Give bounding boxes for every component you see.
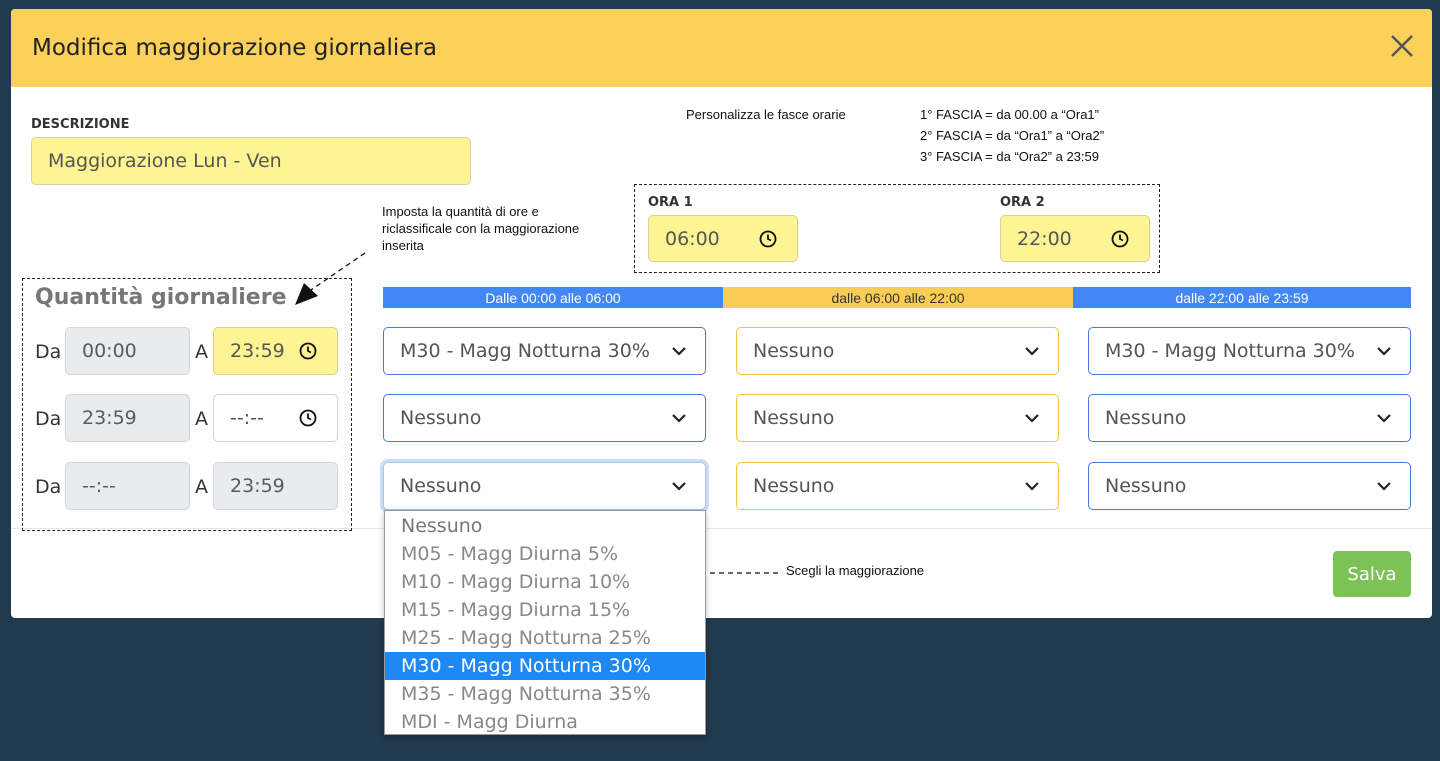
select-value: M30 - Magg Notturna 30% [1105,340,1355,362]
select-value: Nessuno [1105,475,1187,497]
da-input[interactable]: 23:59 [65,394,190,442]
a-label: A [195,408,208,430]
clock-icon[interactable] [1111,230,1129,248]
chevron-down-icon [1377,414,1391,423]
a-value: --:-- [230,407,264,429]
dropdown-option[interactable]: Nessuno [385,512,705,540]
maggiorazione-select[interactable]: Nessuno [1088,462,1411,510]
descrizione-label: DESCRIZIONE [31,117,130,132]
da-input[interactable]: 00:00 [65,327,190,375]
maggiorazione-select-open[interactable]: Nessuno [383,462,706,510]
select-value: Nessuno [400,475,482,497]
maggiorazione-select[interactable]: M30 - Magg Notturna 30% [1088,327,1411,375]
fasce-note: Personalizza le fasce orarie [686,107,846,122]
chevron-down-icon [1025,347,1039,356]
chevron-down-icon [672,482,686,491]
dropdown-option-selected[interactable]: M30 - Magg Notturna 30% [385,652,705,680]
quantita-note-line: Imposta la quantità di ore e [382,204,539,219]
chevron-down-icon [1025,414,1039,423]
a-input[interactable]: --:-- [213,394,338,442]
select-value: Nessuno [753,475,835,497]
maggiorazione-select[interactable]: M30 - Magg Notturna 30% [383,327,706,375]
ora1-label: ORA 1 [648,195,693,210]
descrizione-input[interactable]: Maggiorazione Lun - Ven [31,137,471,185]
clock-icon[interactable] [299,342,317,360]
modal-title: Modifica maggiorazione giornaliera [32,35,437,61]
band-fascia-2: dalle 06:00 alle 22:00 [723,287,1073,308]
chevron-down-icon [672,414,686,423]
quantita-note: Imposta la quantità di ore e riclassific… [382,203,579,254]
select-value: Nessuno [753,407,835,429]
chevron-down-icon [1025,482,1039,491]
close-icon[interactable] [1387,31,1417,61]
maggiorazione-select[interactable]: Nessuno [1088,394,1411,442]
dropdown-option[interactable]: MDI - Magg Diurna [385,708,705,736]
save-button[interactable]: Salva [1333,551,1411,597]
maggiorazione-select[interactable]: Nessuno [383,394,706,442]
da-label: Da [35,341,62,363]
a-value: 23:59 [230,340,285,362]
chevron-down-icon [1377,347,1391,356]
select-value: Nessuno [753,340,835,362]
chevron-down-icon [1377,482,1391,491]
da-label: Da [35,408,62,430]
da-input[interactable]: --:-- [65,462,190,510]
dropdown-option[interactable]: M25 - Magg Notturna 25% [385,624,705,652]
a-label: A [195,476,208,498]
ora2-value: 22:00 [1017,227,1072,250]
select-value: Nessuno [400,407,482,429]
dropdown-option[interactable]: M10 - Magg Diurna 10% [385,568,705,596]
clock-icon[interactable] [299,409,317,427]
band-fascia-3: dalle 22:00 alle 23:59 [1073,287,1411,308]
fascia-1-note: 1° FASCIA = da 00.00 a “Ora1” [920,107,1099,122]
dropdown-menu: Nessuno M05 - Magg Diurna 5% M10 - Magg … [384,510,706,735]
select-value: M30 - Magg Notturna 30% [400,340,650,362]
ora1-value: 06:00 [665,227,720,250]
a-input[interactable]: 23:59 [213,327,338,375]
chevron-down-icon [672,347,686,356]
quantita-title: Quantità giornaliere [35,285,287,310]
maggiorazione-select[interactable]: Nessuno [736,394,1059,442]
band-fascia-1: Dalle 00:00 alle 06:00 [383,287,723,308]
dropdown-option[interactable]: M15 - Magg Diurna 15% [385,596,705,624]
fascia-3-note: 3° FASCIA = da “Ora2” a 23:59 [920,149,1099,164]
ora1-input[interactable]: 06:00 [648,215,798,262]
a-input[interactable]: 23:59 [213,462,338,510]
clock-icon[interactable] [759,230,777,248]
quantita-note-line: riclassificale con la maggiorazione [382,221,580,236]
select-value: Nessuno [1105,407,1187,429]
dropdown-option[interactable]: M35 - Magg Notturna 35% [385,680,705,708]
da-label: Da [35,476,62,498]
fascia-2-note: 2° FASCIA = da “Ora1” a “Ora2” [920,128,1105,143]
scegli-note: Scegli la maggiorazione [786,563,925,578]
quantita-note-line: inserita [382,238,424,253]
dropdown-option[interactable]: M05 - Magg Diurna 5% [385,540,705,568]
ora2-input[interactable]: 22:00 [1000,215,1150,262]
a-label: A [195,341,208,363]
ora2-label: ORA 2 [1000,195,1045,210]
maggiorazione-select[interactable]: Nessuno [736,462,1059,510]
maggiorazione-select[interactable]: Nessuno [736,327,1059,375]
modal-header: Modifica maggiorazione giornaliera [11,9,1432,87]
